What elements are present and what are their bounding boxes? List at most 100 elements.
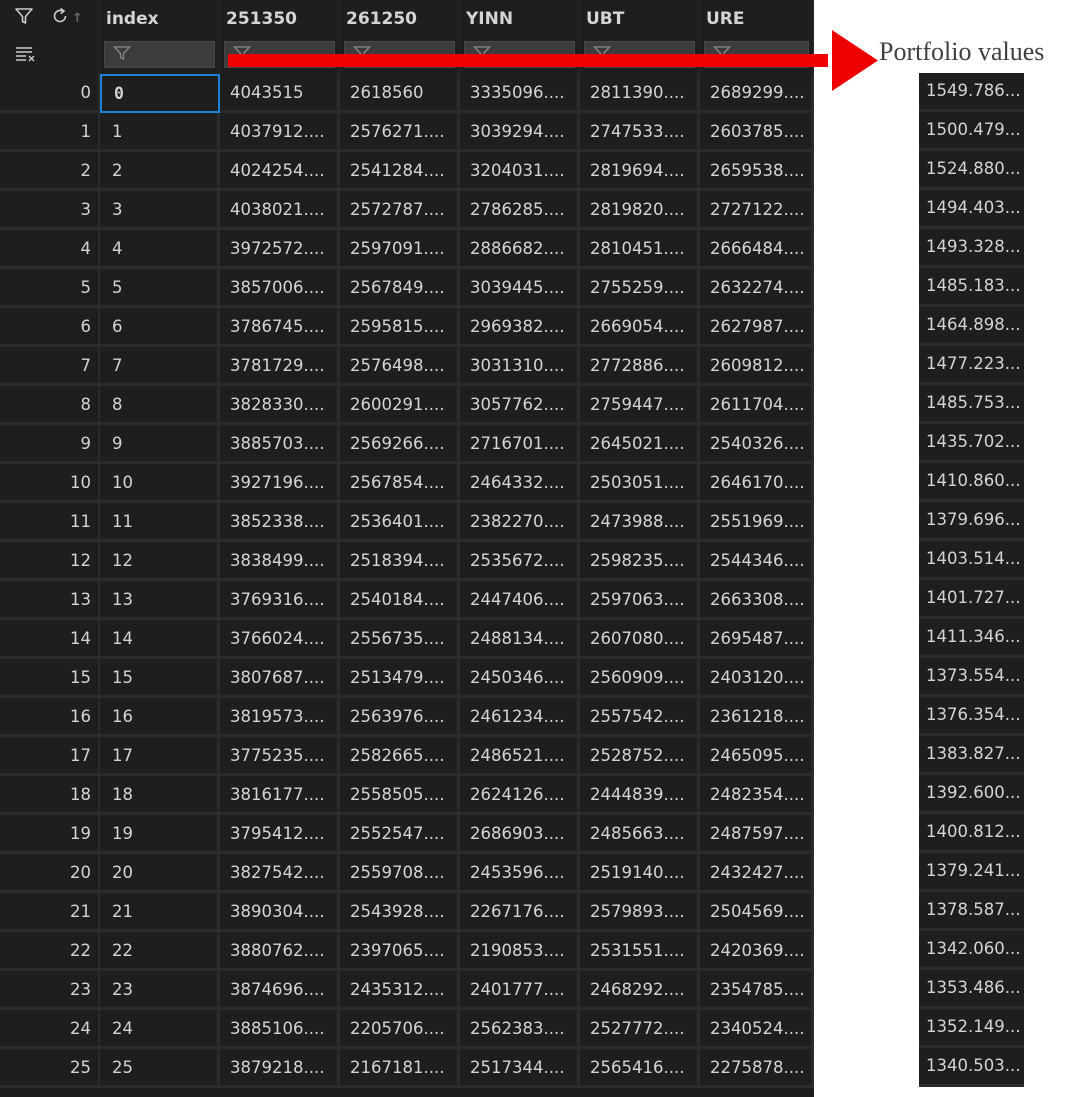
cell-261250[interactable]: 2567854....: [340, 464, 460, 503]
cell-251350[interactable]: 3885703....: [220, 425, 340, 464]
table-row[interactable]: 23 23 3874696.... 2435312.... 2401777.... 246…: [0, 971, 814, 1010]
cell-ubt[interactable]: 2444839....: [580, 776, 700, 815]
cell-yinn[interactable]: 2716701....: [460, 425, 580, 464]
cell-ubt[interactable]: 2528752....: [580, 737, 700, 776]
filter-icon[interactable]: [14, 6, 34, 31]
cell-ubt[interactable]: 2772886....: [580, 347, 700, 386]
cell-ubt[interactable]: 2503051....: [580, 464, 700, 503]
table-row[interactable]: 21 21 3890304.... 2543928.... 2267176.... 257…: [0, 893, 814, 932]
cell-index[interactable]: 22: [100, 932, 220, 971]
column-header-index[interactable]: index: [100, 0, 220, 37]
cell-ubt[interactable]: 2597063....: [580, 581, 700, 620]
cell-261250[interactable]: 2556735....: [340, 620, 460, 659]
cell-261250[interactable]: 2600291....: [340, 386, 460, 425]
cell-261250[interactable]: 2552547....: [340, 815, 460, 854]
cell-yinn[interactable]: 2886682....: [460, 230, 580, 269]
sort-up-icon[interactable]: ↑: [72, 11, 83, 26]
cell-ure[interactable]: 2487597....: [700, 815, 814, 854]
cell-index[interactable]: 2: [100, 152, 220, 191]
cell-261250[interactable]: 2205706....: [340, 1010, 460, 1049]
cell-ure[interactable]: 2432427....: [700, 854, 814, 893]
cell-251350[interactable]: 4038021....: [220, 191, 340, 230]
cell-yinn[interactable]: 3031310....: [460, 347, 580, 386]
cell-251350[interactable]: 3885106....: [220, 1010, 340, 1049]
cell-ure[interactable]: 2361218....: [700, 698, 814, 737]
cell-ubt[interactable]: 2527772....: [580, 1010, 700, 1049]
cell-yinn[interactable]: 2190853....: [460, 932, 580, 971]
cell-251350[interactable]: 3781729....: [220, 347, 340, 386]
cell-ubt[interactable]: 2565416....: [580, 1049, 700, 1088]
cell-yinn[interactable]: 3057762....: [460, 386, 580, 425]
table-row[interactable]: 19 19 3795412.... 2552547.... 2686903.... 248…: [0, 815, 814, 854]
cell-index[interactable]: 20: [100, 854, 220, 893]
cell-yinn[interactable]: 3039294....: [460, 113, 580, 152]
cell-261250[interactable]: 2563976....: [340, 698, 460, 737]
cell-index[interactable]: 21: [100, 893, 220, 932]
cell-index[interactable]: 4: [100, 230, 220, 269]
cell-251350[interactable]: 3807687....: [220, 659, 340, 698]
cell-yinn[interactable]: 2382270....: [460, 503, 580, 542]
cell-261250[interactable]: 2559708....: [340, 854, 460, 893]
cell-yinn[interactable]: 2686903....: [460, 815, 580, 854]
cell-ubt[interactable]: 2598235....: [580, 542, 700, 581]
table-row[interactable]: 15 15 3807687.... 2513479.... 2450346.... 256…: [0, 659, 814, 698]
cell-ure[interactable]: 2551969....: [700, 503, 814, 542]
cell-index[interactable]: 0: [100, 74, 220, 113]
cell-yinn[interactable]: 2453596....: [460, 854, 580, 893]
cell-251350[interactable]: 3927196....: [220, 464, 340, 503]
cell-index[interactable]: 13: [100, 581, 220, 620]
cell-251350[interactable]: 3874696....: [220, 971, 340, 1010]
cell-251350[interactable]: 3795412....: [220, 815, 340, 854]
cell-251350[interactable]: 3786745....: [220, 308, 340, 347]
cell-yinn[interactable]: 2969382....: [460, 308, 580, 347]
table-row[interactable]: 14 14 3766024.... 2556735.... 2488134.... 260…: [0, 620, 814, 659]
cell-yinn[interactable]: 2488134....: [460, 620, 580, 659]
cell-251350[interactable]: 3816177....: [220, 776, 340, 815]
cell-251350[interactable]: 3838499....: [220, 542, 340, 581]
cell-ubt[interactable]: 2747533....: [580, 113, 700, 152]
cell-261250[interactable]: 2567849....: [340, 269, 460, 308]
table-row[interactable]: 16 16 3819573.... 2563976.... 2461234.... 255…: [0, 698, 814, 737]
cell-index[interactable]: 3: [100, 191, 220, 230]
table-row[interactable]: 11 11 3852338.... 2536401.... 2382270.... 247…: [0, 503, 814, 542]
cell-261250[interactable]: 2541284....: [340, 152, 460, 191]
cell-251350[interactable]: 3879218....: [220, 1049, 340, 1088]
cell-251350[interactable]: 3827542....: [220, 854, 340, 893]
cell-251350[interactable]: 3766024....: [220, 620, 340, 659]
cell-ure[interactable]: 2609812....: [700, 347, 814, 386]
cell-251350[interactable]: 3972572....: [220, 230, 340, 269]
cell-index[interactable]: 17: [100, 737, 220, 776]
cell-ure[interactable]: 2603785....: [700, 113, 814, 152]
cell-index[interactable]: 10: [100, 464, 220, 503]
cell-ubt[interactable]: 2755259....: [580, 269, 700, 308]
cell-ure[interactable]: 2627987....: [700, 308, 814, 347]
cell-ubt[interactable]: 2473988....: [580, 503, 700, 542]
clear-filters-icon[interactable]: [14, 44, 38, 68]
cell-251350[interactable]: 3819573....: [220, 698, 340, 737]
cell-yinn[interactable]: 3204031....: [460, 152, 580, 191]
table-row[interactable]: 5 5 3857006.... 2567849.... 3039445.... 27552…: [0, 269, 814, 308]
cell-yinn[interactable]: 2562383....: [460, 1010, 580, 1049]
cell-261250[interactable]: 2572787....: [340, 191, 460, 230]
cell-ure[interactable]: 2340524....: [700, 1010, 814, 1049]
cell-ure[interactable]: 2663308....: [700, 581, 814, 620]
cell-ubt[interactable]: 2531551....: [580, 932, 700, 971]
cell-yinn[interactable]: 2461234....: [460, 698, 580, 737]
cell-ure[interactable]: 2727122....: [700, 191, 814, 230]
cell-251350[interactable]: 3828330....: [220, 386, 340, 425]
cell-261250[interactable]: 2569266....: [340, 425, 460, 464]
cell-yinn[interactable]: 2624126....: [460, 776, 580, 815]
table-row[interactable]: 25 25 3879218.... 2167181.... 2517344.... 256…: [0, 1049, 814, 1088]
cell-261250[interactable]: 2582665....: [340, 737, 460, 776]
cell-ure[interactable]: 2646170....: [700, 464, 814, 503]
cell-ubt[interactable]: 2485663....: [580, 815, 700, 854]
cell-yinn[interactable]: 2535672....: [460, 542, 580, 581]
cell-261250[interactable]: 2397065....: [340, 932, 460, 971]
cell-index[interactable]: 8: [100, 386, 220, 425]
table-row[interactable]: 12 12 3838499.... 2518394.... 2535672.... 259…: [0, 542, 814, 581]
cell-ure[interactable]: 2504569....: [700, 893, 814, 932]
cell-261250[interactable]: 2558505....: [340, 776, 460, 815]
cell-ure[interactable]: 2420369....: [700, 932, 814, 971]
clear-filters-button[interactable]: [0, 44, 99, 68]
cell-261250[interactable]: 2595815....: [340, 308, 460, 347]
